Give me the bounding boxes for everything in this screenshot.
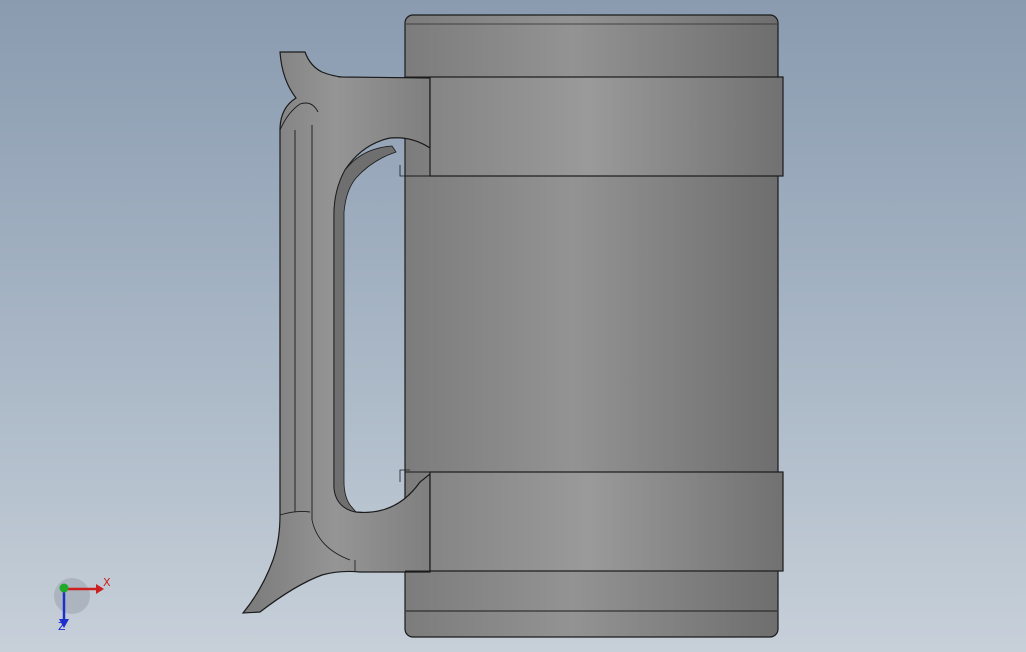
graphics-viewport[interactable]: X Z bbox=[0, 0, 1026, 652]
mug-model[interactable] bbox=[0, 0, 1026, 652]
mug-top-band[interactable] bbox=[405, 76, 784, 177]
x-axis-label: X bbox=[103, 576, 111, 589]
y-axis-dot bbox=[59, 583, 69, 593]
z-axis-label: Z bbox=[58, 620, 66, 633]
mug-handle[interactable] bbox=[241, 51, 431, 614]
mug-bottom-band[interactable] bbox=[405, 471, 784, 572]
triad-sphere bbox=[54, 578, 90, 614]
